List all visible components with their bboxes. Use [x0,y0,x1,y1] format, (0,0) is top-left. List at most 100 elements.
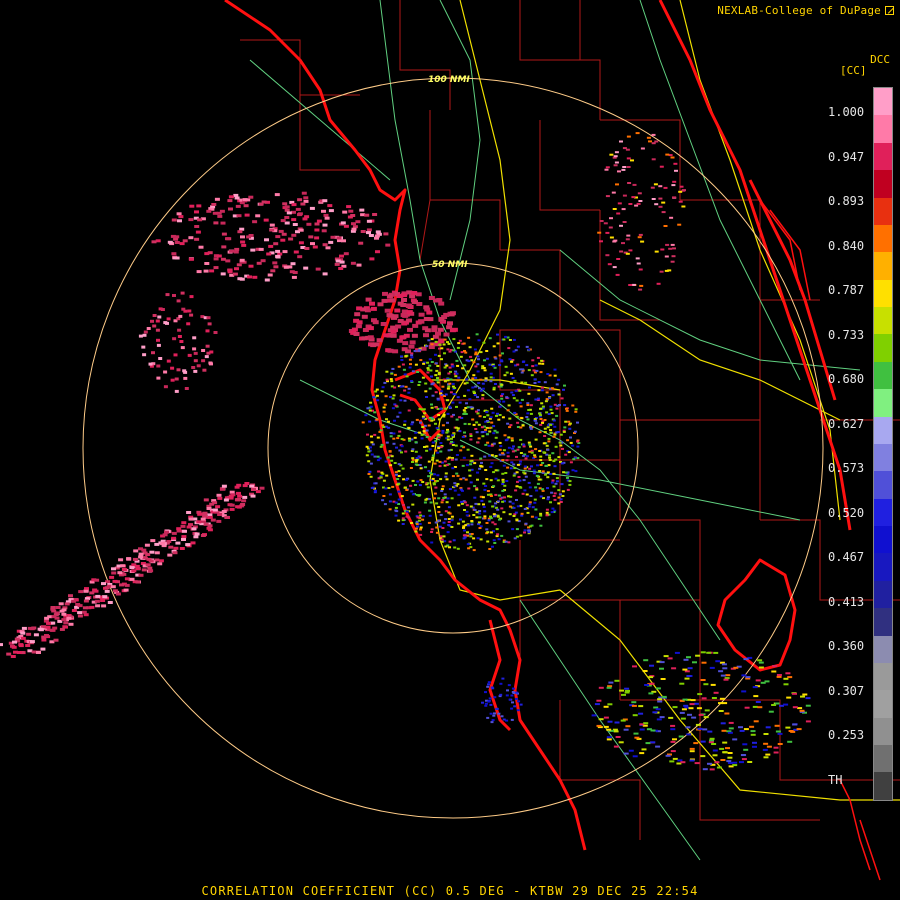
echo-pixel [426,361,429,364]
echo-pixel [473,462,477,465]
echo-pixel [524,381,528,384]
echo-pixel [410,352,414,355]
echo-pixel [273,242,279,246]
echo-pixel [685,726,691,729]
echo-pixel [241,243,247,247]
echo-pixel [155,328,160,332]
echo-pixel [521,492,525,495]
echo-pixel [383,503,387,506]
echo-pixel [234,485,240,489]
echo-pixel [425,396,428,398]
echo-pixel [551,507,555,510]
echo-pixel [300,202,306,206]
color-scale-tick-label: 0.360 [828,639,865,653]
echo-pixel [182,239,188,243]
echo-pixel [625,238,630,241]
echo-pixel [190,541,196,545]
echo-pixel [400,495,404,498]
echo-pixel [465,514,469,517]
echo-pixel [649,682,655,685]
color-scale-tick-label: 1.000 [828,105,865,119]
echo-pixel [506,689,509,692]
echo-pixel [553,492,557,495]
echo-pixel [561,490,565,493]
echo-pixel [250,248,256,252]
color-scale-segment [874,252,892,280]
echo-pixel [446,421,449,424]
echo-pixel [107,601,113,604]
echo-pixel [478,527,482,529]
echo-pixel [561,447,564,450]
echo-pixel [654,203,659,206]
echo-pixel [544,473,548,476]
echo-pixel [379,476,383,479]
echo-pixel [638,200,643,202]
echo-pixel [670,156,675,159]
echo-pixel [512,474,516,477]
echo-pixel [414,527,418,530]
echo-pixel [174,241,180,244]
echo-pixel [488,548,492,550]
color-scale-segment [874,526,892,554]
echo-pixel [797,707,803,710]
echo-pixel [446,412,450,415]
echo-pixel [491,521,495,524]
echo-pixel [483,517,487,520]
echo-pixel [368,420,372,423]
echo-pixel [621,693,626,696]
echo-pixel [369,257,375,261]
echo-pixel [514,489,518,492]
echo-pixel [248,264,254,268]
echo-pixel [68,622,74,626]
echo-pixel [504,472,508,474]
echo-pixel [485,350,489,352]
echo-pixel [481,387,485,390]
echo-pixel [687,667,693,670]
echo-pixel [437,414,441,416]
echo-pixel [792,723,798,726]
echo-pixel [628,749,634,752]
echo-pixel [146,327,151,330]
echo-pixel [528,486,532,489]
echo-pixel [16,651,22,654]
echo-pixel [489,380,493,383]
echo-pixel [605,231,610,234]
echo-pixel [55,606,61,609]
echo-pixel [509,372,513,375]
echo-pixel [291,218,297,222]
echo-pixel [480,426,484,429]
echo-pixel [204,262,210,265]
echo-pixel [405,489,409,491]
echo-pixel [452,393,456,395]
echo-pixel [633,732,639,735]
echo-pixel [703,683,709,686]
echo-pixel [658,205,663,208]
echo-pixel [429,501,433,504]
echo-pixel [539,524,543,527]
echo-pixel [802,693,808,696]
echo-pixel [438,460,442,463]
echo-pixel [539,514,543,517]
echo-pixel [502,464,506,467]
echo-pixel [240,235,245,239]
echo-pixel [622,221,627,223]
echo-pixel [621,208,626,211]
echo-pixel [568,427,572,430]
echo-pixel [366,219,372,223]
echo-pixel [367,335,374,340]
echo-pixel [510,707,514,710]
echo-pixel [639,284,644,287]
echo-pixel [507,347,511,350]
echo-pixel [325,246,331,250]
credit-banner[interactable]: NEXLAB-College of DuPage [717,4,894,17]
echo-pixel [704,709,710,712]
echo-pixel [450,437,453,440]
echo-pixel [711,743,717,745]
echo-pixel [469,481,473,484]
echo-pixel [484,377,488,380]
echo-pixel [522,445,526,448]
external-link-icon[interactable] [885,6,894,15]
echo-pixel [434,422,437,425]
product-title: CORRELATION COEFFICIENT (CC) 0.5 DEG - K… [201,884,699,898]
echo-pixel [430,541,434,544]
